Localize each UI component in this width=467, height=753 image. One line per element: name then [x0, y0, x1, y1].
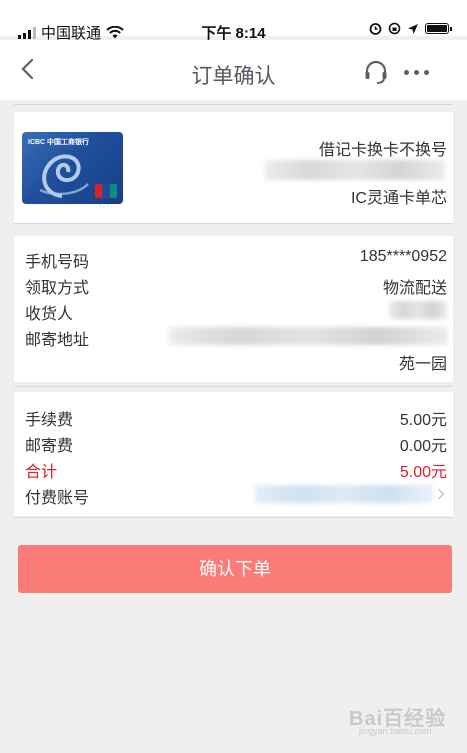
- total-value: 5.00元: [399, 464, 447, 481]
- fee-value: 0.00元: [399, 438, 447, 455]
- fee-label: 手续费: [25, 412, 74, 429]
- account-redacted: [255, 485, 433, 503]
- watermark-url: jingyan.baidu.com: [359, 726, 432, 736]
- location-icon: [408, 23, 418, 34]
- status-bar: 中国联通 下午 8:14: [0, 0, 467, 42]
- account-label: 付费账号: [25, 490, 90, 507]
- info-label: 领取方式: [25, 280, 90, 297]
- info-row-delivery-method: 领取方式 物流配送: [25, 272, 447, 297]
- chevron-right-icon: [437, 488, 445, 500]
- fee-row-total: 合计 5.00元: [25, 456, 447, 481]
- fee-value: 5.00元: [399, 412, 447, 429]
- rotation-lock-icon: [388, 22, 401, 35]
- section-divider: [14, 386, 453, 387]
- watermark: Bai百经验 jingyan.baidu.com: [345, 696, 450, 742]
- card-swirl-graphic: [39, 154, 89, 198]
- status-right: [369, 22, 452, 35]
- headset-icon[interactable]: [362, 58, 390, 86]
- info-label: 收货人: [25, 306, 74, 323]
- page-title: 订单确认: [191, 65, 276, 88]
- recipient-redacted: [389, 301, 447, 319]
- more-dots-icon[interactable]: [404, 58, 436, 86]
- delivery-info-section: 手机号码 185****0952 领取方式 物流配送 收货人 邮寄地址 苑一园: [14, 236, 453, 382]
- fee-row-handling: 手续费 5.00元: [25, 404, 447, 429]
- info-label: 手机号码: [25, 254, 90, 271]
- info-row-address-line2: 苑一园: [25, 348, 447, 373]
- nav-divider: [14, 104, 453, 105]
- card-name: 借记卡换卡不换号: [318, 142, 447, 159]
- total-label: 合计: [25, 464, 58, 481]
- fee-row-postage: 邮寄费 0.00元: [25, 430, 447, 455]
- alarm-icon: [369, 23, 382, 35]
- address-redacted: [169, 327, 447, 345]
- address-line2: 苑一园: [398, 356, 447, 373]
- info-label: 邮寄地址: [25, 332, 90, 349]
- payment-account-row[interactable]: 付费账号: [25, 482, 447, 507]
- bank-card-image: ICBC 中国工商银行: [22, 132, 123, 204]
- info-value: 物流配送: [382, 280, 447, 297]
- card-section: ICBC 中国工商银行 借记卡换卡不换号 IC灵通卡单芯: [14, 112, 453, 224]
- fee-divider: [14, 517, 453, 518]
- fee-label: 邮寄费: [25, 438, 74, 455]
- card-number-redacted: [265, 160, 445, 180]
- info-row-phone: 手机号码 185****0952: [25, 246, 447, 271]
- fee-section: 手续费 5.00元 邮寄费 0.00元 合计 5.00元 付费账号: [14, 392, 453, 516]
- info-row-address: 邮寄地址: [25, 324, 447, 349]
- card-type: IC灵通卡单芯: [350, 190, 447, 207]
- info-value: 185****0952: [359, 248, 447, 265]
- confirm-order-button[interactable]: 确认下单: [18, 545, 452, 593]
- battery-icon: [425, 23, 452, 34]
- info-row-recipient: 收货人: [25, 298, 447, 323]
- nav-bar: 订单确认: [0, 40, 467, 100]
- unionpay-logo: [95, 184, 117, 198]
